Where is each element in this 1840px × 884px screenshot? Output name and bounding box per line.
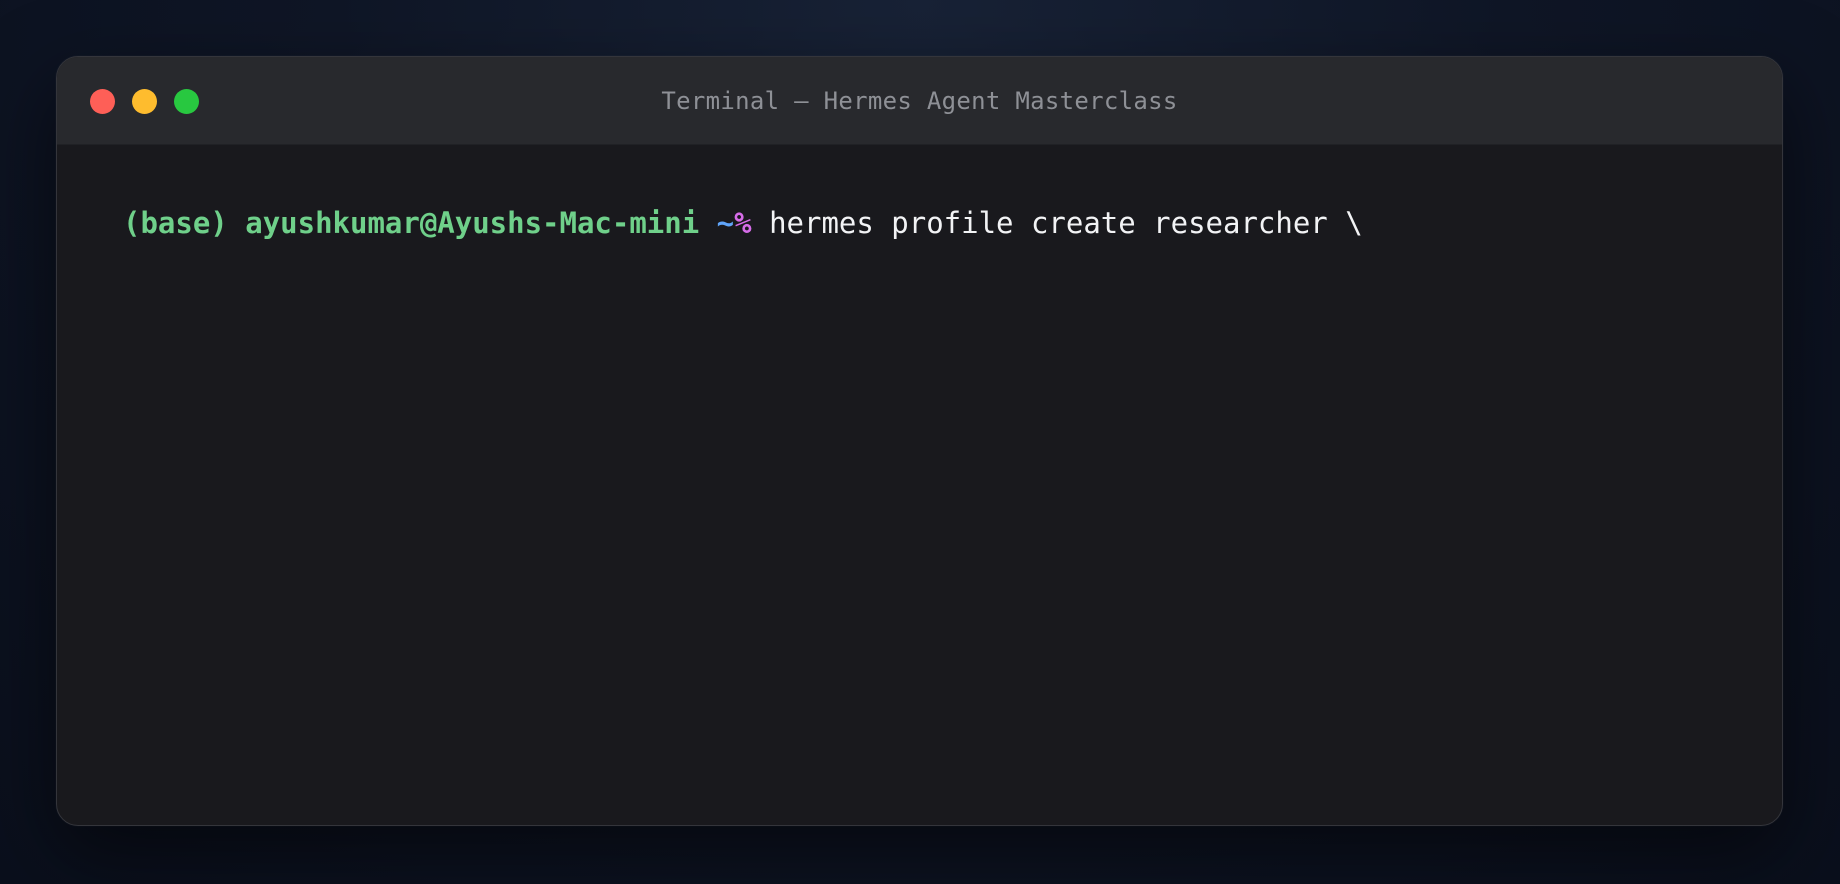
cwd-label: ~ (716, 206, 735, 240)
title-bar[interactable]: Terminal — Hermes Agent Masterclass (57, 57, 1782, 145)
terminal-window: Terminal — Hermes Agent Masterclass (bas… (56, 56, 1783, 826)
window-title: Terminal — Hermes Agent Masterclass (661, 87, 1178, 115)
command-line[interactable]: (base) ayushkumar@Ayushs-Mac-mini ~% her… (123, 203, 1363, 243)
user-host-label: ayushkumar@Ayushs-Mac-mini (245, 206, 700, 240)
prompt-symbol: % (734, 206, 752, 240)
conda-env-label: (base) (123, 206, 228, 240)
command-text: hermes profile create researcher \ (769, 206, 1363, 240)
